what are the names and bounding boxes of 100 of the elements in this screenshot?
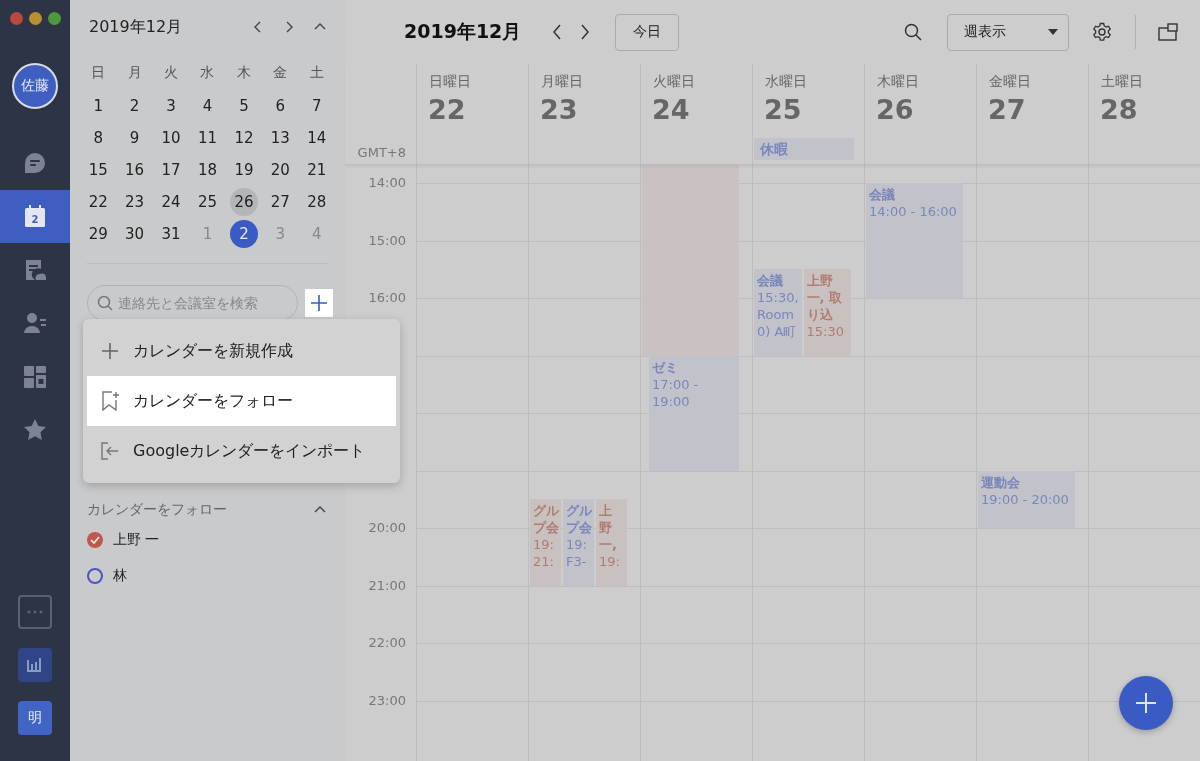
bookmark-plus-icon bbox=[101, 391, 119, 411]
weekday-label: 月曜日 bbox=[540, 72, 584, 90]
calendar-date[interactable]: 25 bbox=[193, 188, 222, 216]
calendar-date[interactable]: 5 bbox=[229, 92, 258, 120]
user-avatar[interactable]: 明 bbox=[18, 701, 52, 735]
plus-icon bbox=[101, 342, 119, 360]
search-field[interactable]: 連絡先と会議室を検索 bbox=[87, 285, 298, 321]
today-button[interactable]: 今日 bbox=[615, 13, 680, 51]
time-label: 16:00 bbox=[368, 290, 406, 305]
calendar-date[interactable]: 28 bbox=[302, 188, 331, 216]
chevron-left-icon[interactable] bbox=[551, 24, 564, 40]
section-title: カレンダーをフォロー bbox=[87, 501, 228, 519]
calendar-name: 林 bbox=[113, 567, 127, 585]
window-control-dot[interactable] bbox=[28, 12, 42, 25]
event-title: ゼミ bbox=[652, 358, 679, 376]
settings-icon[interactable] bbox=[1092, 22, 1112, 42]
dots-icon bbox=[27, 610, 43, 614]
calendar-date[interactable]: 13 bbox=[266, 124, 295, 152]
calendar-date[interactable]: 26 bbox=[229, 188, 258, 216]
calendar-date[interactable]: 22 bbox=[84, 188, 113, 216]
user-avatar[interactable]: 佐藤 bbox=[12, 63, 58, 109]
calendar-date[interactable]: 2 bbox=[229, 220, 258, 248]
day-number: 23 bbox=[539, 94, 579, 126]
nav-tab[interactable]: 2 bbox=[0, 189, 70, 243]
event-title: 上野 一, 取 り込 bbox=[806, 272, 843, 324]
more-button[interactable] bbox=[18, 595, 52, 629]
search-icon bbox=[97, 295, 113, 311]
weekday-label: 水 bbox=[199, 63, 216, 82]
grid-icon bbox=[24, 365, 46, 388]
timezone-label: GMT+8 bbox=[357, 145, 406, 160]
menu-item[interactable]: カレンダーを新規作成 bbox=[87, 326, 396, 376]
calendar-date[interactable]: 17 bbox=[157, 156, 186, 184]
event-details: 17:00 - 19:00 bbox=[652, 375, 700, 410]
event-details: 15:30, Room 0) A町 bbox=[757, 289, 799, 341]
event-title: 会議 bbox=[869, 186, 896, 203]
weekday-label: 木曜日 bbox=[876, 72, 920, 90]
weekday-label: 火曜日 bbox=[652, 72, 696, 90]
calendar-date[interactable]: 31 bbox=[157, 220, 186, 248]
calendar-date[interactable]: 6 bbox=[266, 92, 295, 120]
calendar-date[interactable]: 2 bbox=[120, 92, 149, 120]
calendar-date[interactable]: 20 bbox=[266, 156, 295, 184]
add-button[interactable] bbox=[305, 289, 333, 317]
calendar-date[interactable]: 3 bbox=[157, 92, 186, 120]
checked-checkbox[interactable] bbox=[87, 532, 103, 548]
calendar-date[interactable]: 30 bbox=[120, 220, 149, 248]
menu-item[interactable]: Googleカレンダーをインポート bbox=[87, 426, 396, 476]
calendar-date[interactable]: 16 bbox=[120, 156, 149, 184]
calendar-date[interactable]: 11 bbox=[193, 124, 222, 152]
weekday-label: 日 bbox=[90, 63, 107, 82]
window-control-dot[interactable] bbox=[9, 12, 23, 25]
unchecked-checkbox[interactable] bbox=[87, 568, 103, 584]
bar-chart-icon bbox=[27, 658, 43, 672]
weekday-label: 金 bbox=[272, 63, 289, 82]
day-number: 26 bbox=[875, 94, 915, 126]
calendar-date[interactable]: 4 bbox=[193, 92, 222, 120]
calendar-date[interactable]: 19 bbox=[229, 156, 258, 184]
window-icon[interactable] bbox=[1158, 23, 1178, 41]
stats-button[interactable] bbox=[18, 648, 52, 682]
calendar-date[interactable]: 29 bbox=[84, 220, 113, 248]
window-control-dot[interactable] bbox=[47, 12, 61, 25]
chevron-right-icon[interactable] bbox=[579, 24, 592, 40]
calendar-date[interactable]: 23 bbox=[120, 188, 149, 216]
event-title: グル プ会 bbox=[566, 502, 591, 537]
time-label: 15:00 bbox=[368, 232, 406, 248]
event-details: 14:00 - 16:00 bbox=[869, 203, 958, 220]
calendar-date[interactable]: 14 bbox=[302, 124, 331, 152]
calendar-date[interactable]: 9 bbox=[120, 124, 149, 152]
calendar-date[interactable]: 12 bbox=[229, 124, 258, 152]
calendar-date[interactable]: 1 bbox=[84, 92, 113, 120]
plus-icon bbox=[310, 294, 328, 312]
calendar-date[interactable]: 21 bbox=[302, 156, 331, 184]
calendar-date[interactable]: 18 bbox=[193, 156, 222, 184]
day-number: 22 bbox=[427, 94, 467, 126]
event-details: 19: F3- bbox=[566, 536, 588, 571]
event-title: 会議 bbox=[757, 272, 784, 290]
time-label: 22:00 bbox=[368, 635, 406, 650]
calendar-date[interactable]: 24 bbox=[157, 188, 186, 216]
view-dropdown[interactable]: 週表示 bbox=[947, 13, 1069, 51]
calendar-date[interactable]: 27 bbox=[266, 188, 295, 216]
weekday-label: 土 bbox=[308, 63, 325, 82]
event-title: グル プ会 bbox=[533, 502, 558, 537]
weekday-label: 火 bbox=[163, 63, 180, 82]
calendar-date[interactable]: 15 bbox=[84, 156, 113, 184]
weekday-label: 日曜日 bbox=[428, 72, 472, 90]
menu-item[interactable]: カレンダーをフォロー bbox=[87, 376, 396, 426]
time-label: 23:00 bbox=[368, 692, 406, 708]
weekday-label: 水曜日 bbox=[764, 72, 808, 90]
calendar-date[interactable]: 7 bbox=[302, 92, 331, 120]
check-icon bbox=[90, 536, 100, 544]
event-title: 運動会 bbox=[981, 473, 1021, 491]
calendar-date[interactable]: 8 bbox=[84, 124, 113, 152]
day-number: 25 bbox=[763, 94, 803, 126]
search-icon[interactable] bbox=[904, 23, 922, 41]
calendar-date[interactable]: 10 bbox=[157, 124, 186, 152]
plus-icon bbox=[1135, 692, 1157, 714]
contacts-icon bbox=[23, 311, 47, 336]
weekday-label: 月 bbox=[126, 63, 143, 82]
add-event-button[interactable] bbox=[1119, 676, 1173, 730]
document-icon bbox=[23, 257, 47, 282]
time-label: 21:00 bbox=[368, 577, 406, 593]
